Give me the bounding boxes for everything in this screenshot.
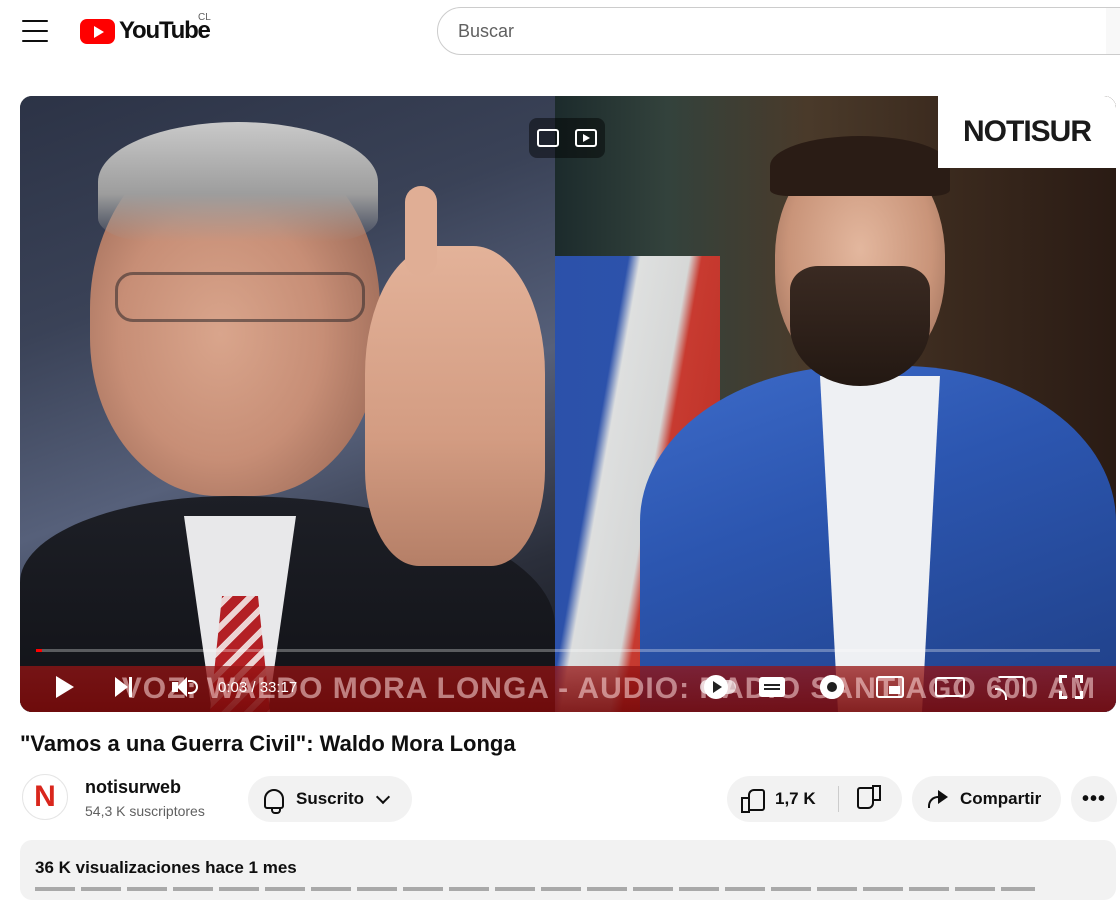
miniplayer-icon — [876, 676, 904, 698]
notisur-watermark: NOTISUR — [938, 96, 1116, 168]
gear-icon — [820, 675, 844, 699]
cast-button[interactable] — [994, 670, 1028, 704]
progress-bar[interactable] — [36, 649, 1100, 652]
autoplay-icon — [700, 675, 736, 699]
fullscreen-button[interactable] — [1056, 670, 1086, 704]
player-controls: 0:03 / 33:17 — [20, 662, 1116, 712]
fullscreen-icon — [1059, 675, 1083, 699]
notisur-logo-text: NOTISUR — [963, 115, 1092, 148]
share-label: Compartir — [960, 789, 1042, 808]
description-box[interactable]: 36 K visualizaciones hace 1 mes — [20, 840, 1116, 900]
settings-button[interactable] — [817, 670, 847, 704]
youtube-logo[interactable]: YouTube CL — [80, 12, 211, 46]
bell-icon — [264, 789, 284, 814]
theater-mode-button[interactable] — [933, 670, 967, 704]
miniplayer-button[interactable] — [874, 670, 906, 704]
figure-left-glasses — [115, 272, 365, 322]
subtitles-icon — [759, 677, 785, 697]
thumbs-down-icon — [859, 788, 881, 810]
subtitles-button[interactable] — [757, 670, 787, 704]
top-bar: YouTube CL Buscar — [0, 0, 1120, 64]
autoplay-toggle[interactable] — [698, 670, 738, 704]
like-dislike-group: 1,7 K — [727, 776, 902, 822]
figure-right-beard — [790, 266, 930, 386]
video-player[interactable]: NOTISUR VOZ: WALDO MORA LONGA - AUDIO: R… — [20, 96, 1116, 712]
subscriber-count: 54,3 K suscriptores — [85, 803, 205, 819]
country-code: CL — [198, 12, 211, 23]
more-videos-icon[interactable] — [575, 129, 597, 147]
thumbs-up-icon — [741, 788, 765, 813]
subscribe-button[interactable]: Suscrito — [248, 776, 412, 822]
channel-avatar[interactable]: N — [22, 774, 68, 820]
mini-player-overlay-icon[interactable] — [537, 129, 559, 147]
play-button[interactable] — [52, 670, 78, 704]
view-stats: 36 K visualizaciones hace 1 mes — [35, 858, 297, 877]
figure-left-hair — [98, 122, 378, 242]
video-title: "Vamos a una Guerra Civil": Waldo Mora L… — [20, 731, 516, 756]
figure-right-hair — [770, 136, 950, 196]
more-actions-button[interactable]: ••• — [1071, 776, 1117, 822]
share-button[interactable]: Compartir — [912, 776, 1061, 822]
cast-icon — [995, 676, 1025, 700]
search-button[interactable] — [1106, 7, 1120, 55]
play-icon — [56, 676, 74, 698]
description-text-preview — [35, 887, 1035, 891]
subscribe-label: Suscrito — [296, 789, 365, 808]
channel-name[interactable]: notisurweb — [85, 777, 181, 798]
next-button[interactable] — [110, 670, 136, 704]
logo-text: YouTube — [119, 17, 211, 44]
volume-button[interactable] — [168, 670, 198, 704]
like-count: 1,7 K — [775, 789, 816, 808]
like-button[interactable]: 1,7 K — [727, 786, 839, 813]
theater-icon — [935, 677, 965, 697]
search-input[interactable]: Buscar — [437, 7, 1120, 55]
figure-left-hand — [365, 246, 545, 566]
menu-icon[interactable] — [22, 20, 48, 42]
next-icon — [114, 677, 132, 697]
share-icon — [928, 790, 950, 808]
player-overlay-buttons — [529, 118, 605, 158]
progress-fill — [36, 649, 42, 652]
time-display: 0:03 / 33:17 — [218, 679, 298, 696]
figure-left-finger — [405, 186, 437, 276]
youtube-play-icon — [80, 18, 115, 44]
chevron-down-icon — [375, 789, 391, 805]
dislike-button[interactable] — [839, 786, 901, 812]
volume-icon — [172, 676, 198, 698]
